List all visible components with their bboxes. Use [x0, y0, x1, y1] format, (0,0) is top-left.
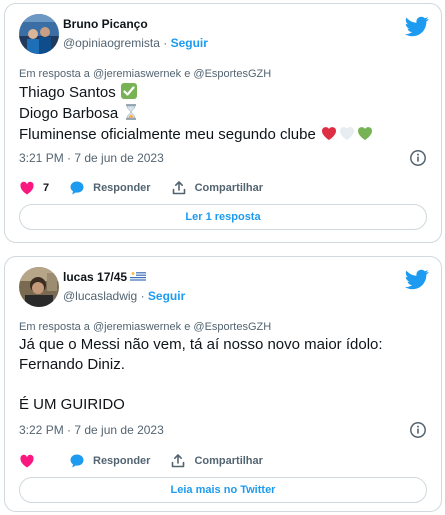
tweet-card: lucas 17/45 @lucasladwig · Seguir Em res… [4, 256, 442, 512]
tweet-line: Diogo Barbosa [19, 103, 374, 124]
reply-button[interactable]: Responder [69, 180, 151, 196]
tweet-card: Bruno Picanço @opiniaogremista · Seguir … [4, 3, 442, 243]
author-handle[interactable]: @opiniaogremista [63, 36, 160, 50]
read-more-on-twitter-button[interactable]: Leia mais no Twitter [19, 477, 427, 503]
twitter-bird-icon[interactable] [405, 267, 429, 291]
separator-dot: · [163, 36, 171, 50]
uruguay-flag-icon [130, 271, 147, 282]
like-button[interactable]: 7 [19, 180, 49, 196]
info-icon[interactable] [409, 421, 427, 439]
check-mark-icon [120, 82, 138, 100]
reply-to-text: Em resposta a @jeremiaswernek e @Esporte… [19, 68, 272, 80]
avatar[interactable] [19, 14, 59, 54]
follow-button[interactable]: Seguir [148, 289, 185, 303]
separator-dot: · [140, 289, 148, 303]
info-icon[interactable] [409, 149, 427, 167]
timestamp[interactable]: 3:21 PM · 7 de jun de 2023 [19, 151, 164, 165]
reply-label: Responder [93, 455, 151, 467]
upload-icon [170, 453, 186, 469]
tweet-line: Já que o Messi não vem, tá aí nosso novo… [19, 336, 383, 353]
avatar[interactable] [19, 267, 59, 307]
follow-button[interactable]: Seguir [171, 36, 208, 50]
reply-button[interactable]: Responder [69, 453, 150, 469]
tweet-actions: Responder Compartilhar [19, 451, 427, 471]
author-handle[interactable]: @lucasladwig [63, 289, 137, 303]
tweet-line: Fernando Diniz. [19, 356, 125, 373]
upload-icon [171, 180, 187, 196]
author-name[interactable]: Bruno Picanço [63, 17, 148, 31]
author-name[interactable]: lucas 17/45 [63, 270, 127, 284]
speech-bubble-icon [69, 180, 85, 196]
heart-icon [19, 453, 35, 469]
tweet-text: Thiago Santos Diogo Barbosa Fluminense o… [19, 82, 374, 145]
share-button[interactable]: Compartilhar [171, 180, 263, 196]
share-button[interactable]: Compartilhar [170, 453, 263, 469]
red-heart-icon [320, 124, 338, 142]
hourglass-icon [122, 103, 140, 121]
tweet-line: Fluminense oficialmente meu segundo club… [19, 124, 374, 145]
green-heart-icon [356, 124, 374, 142]
handle-row: @lucasladwig · Seguir [63, 289, 185, 303]
read-replies-button[interactable]: Ler 1 resposta [19, 204, 427, 230]
speech-bubble-icon [69, 453, 85, 469]
timestamp[interactable]: 3:22 PM · 7 de jun de 2023 [19, 423, 164, 437]
like-button[interactable] [19, 453, 43, 469]
tweet-actions: 7 Responder Compartilhar [19, 178, 427, 198]
handle-row: @opiniaogremista · Seguir [63, 36, 208, 50]
twitter-bird-icon[interactable] [405, 14, 429, 38]
like-count: 7 [43, 182, 50, 194]
author-name-row: lucas 17/45 [63, 270, 147, 284]
reply-label: Responder [93, 182, 151, 194]
tweet-line: Thiago Santos [19, 82, 374, 103]
heart-icon [19, 180, 35, 196]
share-label: Compartilhar [194, 182, 264, 194]
white-heart-icon [338, 124, 356, 142]
tweet-line: É UM GUIRIDO [19, 396, 125, 413]
tweet-line [19, 375, 383, 395]
tweet-text: Já que o Messi não vem, tá aí nosso novo… [19, 335, 383, 415]
reply-to-text: Em resposta a @jeremiaswernek e @Esporte… [19, 321, 272, 333]
share-label: Compartilhar [194, 455, 263, 467]
